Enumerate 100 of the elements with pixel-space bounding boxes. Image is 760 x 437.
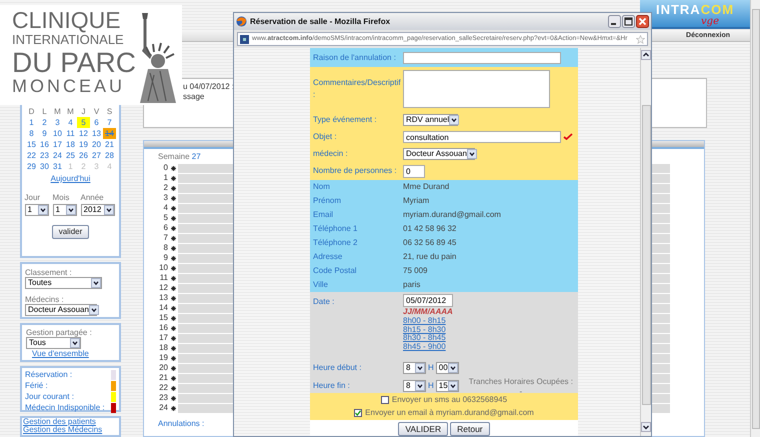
calendar-day[interactable]: 2 [38, 117, 51, 128]
dropdown[interactable]: 00 [436, 362, 459, 374]
form-button[interactable]: Retour [450, 422, 490, 436]
asterisk-icon [171, 256, 176, 260]
hour-label: 22 [158, 382, 168, 394]
asterisk-icon [171, 376, 176, 380]
minimize-icon[interactable] [608, 15, 621, 28]
weekday-label: M [53, 106, 62, 117]
hour-label: 2 [162, 182, 168, 194]
overview-link[interactable]: Vue d'ensemble [32, 349, 115, 359]
validate-button[interactable]: valider [52, 225, 90, 239]
asterisk-icon [171, 406, 176, 410]
field-label: Ville [312, 279, 329, 291]
dropdown[interactable]: 2012 [80, 204, 114, 216]
calendar-day[interactable]: 30 [38, 161, 51, 172]
calendar-day[interactable]: 25 [64, 150, 77, 161]
field-value: myriam.durand@gmail.com [403, 209, 501, 221]
asterisk-icon [171, 316, 176, 320]
calendar-day[interactable]: 29 [25, 161, 38, 172]
calendar-day[interactable]: 17 [51, 139, 64, 150]
field-label: Type événement : [312, 114, 378, 126]
hour-label: 15 [158, 312, 168, 324]
logo-text: MONCEAU [12, 77, 126, 97]
hour-label: 24 [158, 402, 168, 414]
scrollbar-thumb[interactable] [752, 8, 760, 428]
dropdown[interactable]: RDV annuel [403, 114, 458, 126]
field-value: Myriam [403, 195, 430, 207]
caret-icon [66, 205, 76, 215]
calendar-day[interactable]: 1 [25, 117, 38, 128]
calendar-day[interactable]: 15 [25, 139, 38, 150]
asterisk-icon [171, 396, 176, 400]
star-icon[interactable] [636, 34, 645, 44]
dropdown[interactable]: 8 [403, 362, 426, 374]
date-field[interactable]: 05/07/2012 [403, 294, 453, 307]
nav-link[interactable]: Gestion des patients [23, 418, 96, 426]
time-slot-link[interactable]: 8h30 - 8h45 [403, 334, 453, 342]
scroll-down-icon[interactable] [641, 422, 651, 432]
calendar-day[interactable]: 6 [90, 117, 103, 128]
calendar-day[interactable]: 22 [25, 150, 38, 161]
dropdown[interactable]: Toutes [25, 277, 102, 289]
scrollbar-track[interactable] [750, 0, 760, 437]
legend-label: Médecin Indisponible : [25, 402, 105, 414]
scroll-up-icon[interactable] [641, 50, 651, 60]
dropdown[interactable]: 1 [52, 204, 76, 216]
dropdown[interactable]: 8 [403, 380, 426, 392]
field-label: Date : [312, 296, 336, 308]
calendar-day[interactable]: 9 [38, 128, 51, 139]
calendar-day[interactable]: 13 [90, 128, 103, 139]
calendar-day[interactable]: 18 [64, 139, 77, 150]
scrollbar-thumb[interactable] [642, 105, 650, 405]
calendar-day[interactable]: 8 [25, 128, 38, 139]
calendar-day[interactable]: 11 [64, 128, 77, 139]
calendar-day[interactable]: 16 [38, 139, 51, 150]
caret-icon [38, 205, 48, 215]
asterisk-icon [171, 276, 176, 280]
calendar-day[interactable]: 10 [51, 128, 64, 139]
calendar-day[interactable]: 20 [90, 139, 103, 150]
dropdown[interactable]: 15 [436, 380, 459, 392]
field-label: Prénom [312, 195, 342, 207]
scrollbar-track[interactable] [640, 48, 651, 436]
input-field[interactable] [403, 52, 561, 64]
hour-label: 12 [158, 282, 168, 294]
asterisk-icon [171, 326, 176, 330]
caret-icon [104, 205, 114, 215]
calendar-day[interactable]: 31 [51, 161, 64, 172]
input-field[interactable]: consultation [403, 130, 561, 142]
hour-label: 13 [158, 292, 168, 304]
calendar-day[interactable]: 24 [51, 150, 64, 161]
maximize-icon[interactable] [622, 15, 635, 28]
nav-link[interactable]: Gestion des Médecins [23, 426, 102, 434]
dropdown[interactable]: Tous [26, 337, 81, 349]
calendar-day[interactable]: 3 [51, 117, 64, 128]
asterisk-icon [171, 336, 176, 340]
calendar-day[interactable]: 21 [103, 139, 116, 150]
dropdown[interactable]: 1 [24, 204, 48, 216]
calendar-day[interactable]: 12 [77, 128, 90, 139]
caret-icon [415, 362, 425, 372]
calendar-day[interactable]: 19 [77, 139, 90, 150]
checkbox[interactable] [354, 409, 362, 417]
calendar-day[interactable]: 28 [103, 150, 116, 161]
dropdown[interactable]: Docteur Assouan [25, 304, 97, 316]
calendar-day[interactable]: 7 [103, 117, 116, 128]
calendar-day[interactable]: 5 [77, 117, 90, 128]
time-slot-link[interactable]: 8h45 - 9h00 [403, 342, 453, 351]
calendar-day[interactable]: 4 [64, 117, 77, 128]
dropdown[interactable]: Docteur Assouan [403, 148, 475, 160]
hour-label: 9 [162, 252, 168, 264]
form-button[interactable]: VALIDER [398, 422, 448, 436]
calendar-day[interactable]: 27 [90, 150, 103, 161]
close-icon[interactable] [636, 15, 649, 28]
hour-separator: H [428, 362, 434, 374]
today-link[interactable]: Aujourd'hui [50, 173, 90, 185]
calendar-day[interactable]: 26 [77, 150, 90, 161]
time-slot-link[interactable]: 8h15 - 8h30 [403, 326, 453, 334]
hour-label: 11 [158, 272, 168, 284]
input-field[interactable]: 0 [403, 164, 425, 178]
checkbox[interactable] [380, 396, 389, 404]
logo-tagline: vge [701, 17, 719, 27]
time-slot-link[interactable]: 8h00 - 8h15 [403, 317, 453, 326]
calendar-day[interactable]: 23 [38, 150, 51, 161]
